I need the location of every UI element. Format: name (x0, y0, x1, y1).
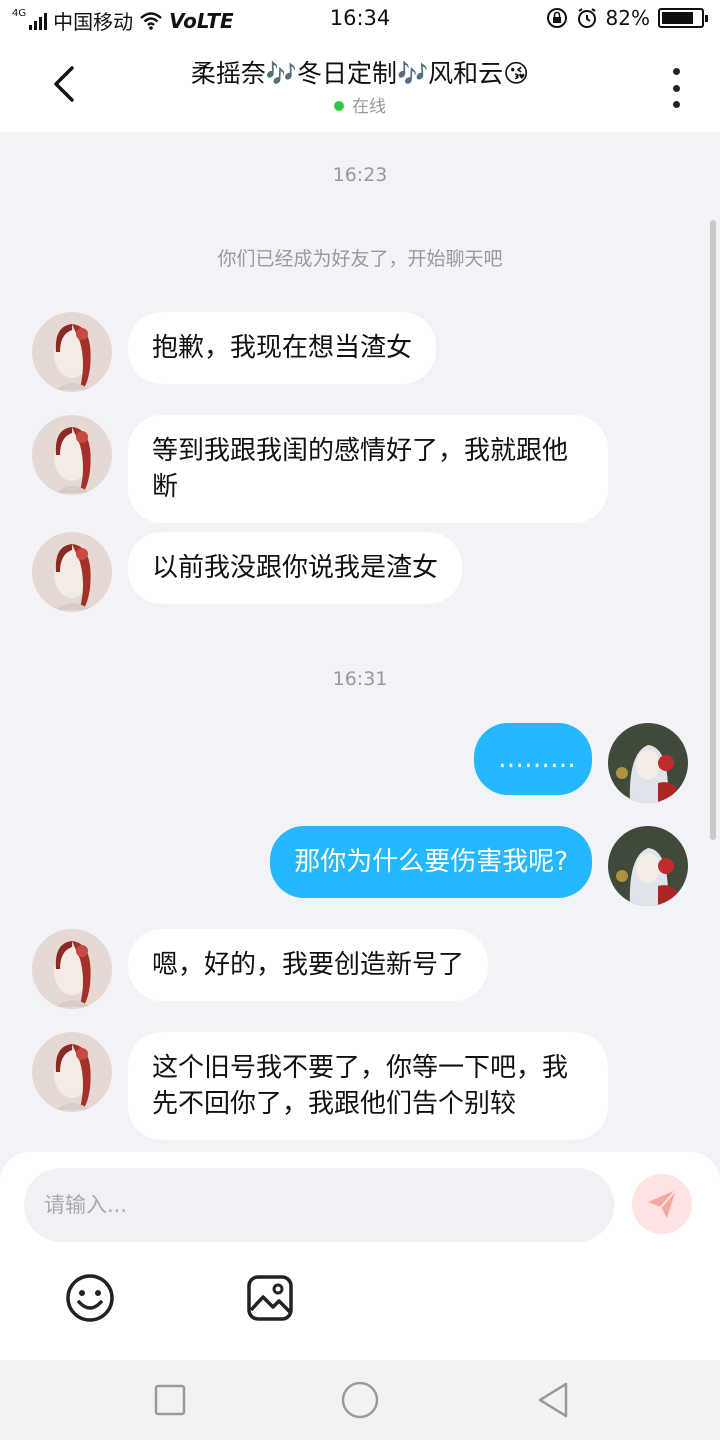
message-bubble-incoming[interactable]: 嗯，好的，我要创造新号了 (128, 929, 489, 1001)
message-bubble-incoming[interactable]: 以前我没跟你说我是渣女 (128, 532, 463, 604)
message-bubble-outgoing[interactable]: 那你为什么要伤害我呢? (270, 826, 592, 898)
more-options-icon[interactable] (666, 68, 686, 108)
message-bubble-incoming[interactable]: 这个旧号我不要了，你等一下吧，我先不回你了，我跟他们告个别较 (128, 1032, 608, 1140)
lock-rotation-icon (546, 8, 567, 28)
timestamp: 16:23 (332, 164, 388, 186)
user-avatar[interactable] (608, 826, 688, 906)
timestamp: 16:31 (332, 668, 388, 690)
message-bubble-incoming[interactable]: 等到我跟我闺的感情好了，我就跟他断 (128, 415, 608, 523)
system-notice: 你们已经成为好友了，开始聊天吧 (217, 248, 503, 270)
recent-apps-icon[interactable] (148, 1378, 192, 1422)
contact-name: 柔摇奈🎶冬日定制🎶风和云😘 (190, 59, 530, 88)
contact-avatar[interactable] (32, 1032, 112, 1112)
image-icon[interactable] (242, 1270, 298, 1326)
home-icon[interactable] (338, 1378, 382, 1422)
chat-header: 柔摇奈🎶冬日定制🎶风和云😘 在线 (0, 36, 720, 132)
send-button[interactable] (632, 1174, 692, 1234)
user-avatar[interactable] (608, 723, 688, 803)
back-nav-icon[interactable] (532, 1378, 576, 1422)
status-bar: 4G 中国移动 VoLTE 16:34 82% (0, 0, 720, 36)
contact-avatar[interactable] (32, 312, 112, 392)
contact-avatar[interactable] (32, 929, 112, 1009)
message-input[interactable] (24, 1168, 614, 1242)
battery-icon (658, 8, 708, 28)
system-nav-bar (0, 1360, 720, 1440)
message-bubble-incoming[interactable]: 抱歉，我现在想当渣女 (128, 312, 437, 384)
contact-avatar[interactable] (32, 532, 112, 612)
online-status-label: 在线 (352, 97, 386, 117)
status-right: 82% (546, 6, 708, 30)
contact-avatar[interactable] (32, 415, 112, 495)
message-bubble-outgoing[interactable]: ……… (474, 723, 592, 795)
chat-area[interactable]: 16:23 你们已经成为好友了，开始聊天吧 抱歉，我现在想当渣女 等到我跟我闺的… (0, 132, 720, 1162)
chat-scrollbar[interactable] (710, 220, 716, 840)
online-status: 在线 (0, 92, 720, 117)
composer-panel (0, 1152, 720, 1360)
emoji-icon[interactable] (62, 1270, 118, 1326)
send-icon (648, 1189, 677, 1218)
alarm-icon (577, 8, 596, 28)
battery-percent: 82% (605, 6, 650, 30)
battery-fill (662, 12, 693, 24)
online-dot-icon (334, 101, 344, 111)
